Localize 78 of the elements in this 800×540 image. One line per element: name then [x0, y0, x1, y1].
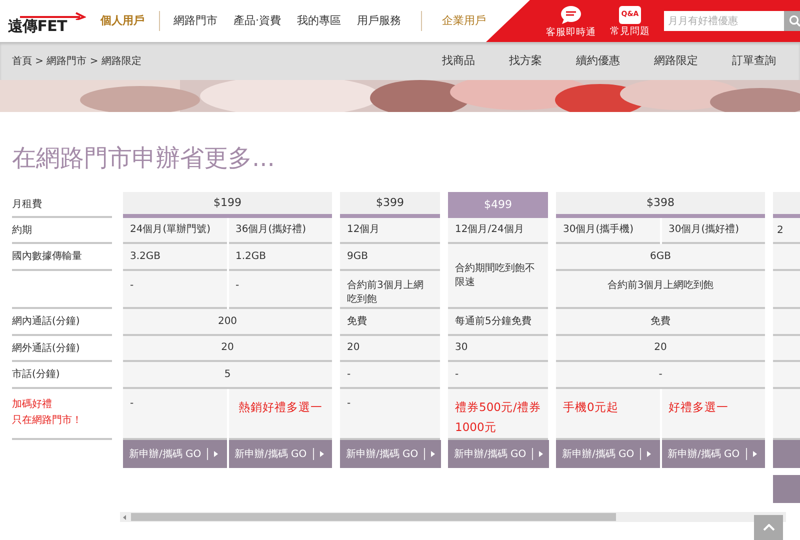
scroll-left-icon — [123, 514, 126, 520]
caret-right-icon — [320, 451, 324, 457]
row-label: 國內數據傳輸量 — [12, 250, 82, 264]
chat-button[interactable]: 客服即時通 — [546, 4, 596, 38]
search-field[interactable]: 月月有好禮優惠 — [664, 11, 784, 31]
table-cell: 30 — [455, 341, 468, 355]
subnav-link[interactable]: 找商品 — [442, 52, 475, 70]
table-cell: - — [130, 279, 134, 293]
row-label: 月租費 — [12, 198, 42, 212]
nav-link[interactable]: 個人用戶 — [100, 12, 144, 30]
nav-link[interactable]: 企業用戶 — [442, 12, 486, 30]
scrollbar-thumb[interactable] — [131, 513, 616, 521]
promo-label: 加碼好禮 — [12, 398, 53, 412]
table-cell: 免費 — [650, 314, 670, 328]
search-button[interactable] — [784, 11, 800, 31]
table-cell-text: 熱銷好禮多選一 — [238, 399, 322, 416]
arrow-icon — [20, 12, 86, 20]
logo[interactable]: 遠傳FET — [8, 6, 67, 36]
table-cell: 200 — [218, 314, 238, 328]
nav-link[interactable]: 網路門市 — [174, 12, 218, 30]
table-cell-text: 手機0元起 — [563, 399, 618, 416]
table-cell: 3.2GB — [130, 250, 161, 264]
table-cell: 30個月(攜手機) — [563, 223, 634, 237]
table-cell: 合約前3個月上網吃到飽 — [607, 279, 714, 293]
subnav-link[interactable]: 續約優惠 — [576, 52, 620, 70]
price-header: $199 — [123, 192, 332, 218]
row-label: 約期 — [12, 224, 32, 238]
table-cell-text: 禮券500元/禮券1000元 — [455, 399, 541, 436]
price-header: $399 — [340, 192, 440, 218]
table-cell: 12個月 — [347, 223, 380, 237]
table-cell: - — [347, 368, 351, 382]
table-cell: 30個月(攜好禮) — [668, 223, 740, 237]
subnav-link[interactable]: 網路限定 — [654, 52, 698, 70]
table-cell: - — [347, 397, 351, 411]
table-cell: - — [130, 397, 134, 411]
table-cell-text: 合約期間吃到飽不限速 — [455, 262, 536, 290]
row-label: 網內通話(分鐘) — [12, 314, 80, 329]
nav-link[interactable]: 用戶服務 — [357, 12, 401, 30]
nav-link[interactable]: 我的專區 — [297, 12, 341, 30]
table-cell: 20 — [221, 341, 234, 355]
horizontal-scrollbar[interactable] — [120, 512, 786, 522]
back-to-top-button[interactable] — [754, 515, 783, 540]
price-header: $499 — [448, 192, 548, 218]
price-header: $398 — [556, 192, 765, 218]
price-header — [773, 192, 800, 218]
table-cell: 9GB — [347, 250, 368, 264]
row-label: 網外通話(分鐘) — [12, 342, 80, 356]
page-heading: 在網路門市申辦省更多... — [12, 143, 276, 174]
chevron-up-icon — [762, 524, 774, 531]
table-cell-text: 合約前3個月上網吃到飽 — [347, 279, 424, 307]
table-cell: 20 — [347, 341, 360, 355]
table-cell: 6GB — [650, 250, 671, 264]
nav-link[interactable]: 產品‧資費 — [234, 12, 281, 30]
table-cell: 36個月(攜好禮) — [236, 223, 306, 237]
table-cell: - — [455, 368, 459, 382]
caret-right-icon — [539, 451, 544, 457]
table-cell: 5 — [224, 368, 231, 382]
chat-bubble-icon — [560, 4, 582, 24]
search-icon — [788, 15, 800, 27]
row-label: 市話(分鐘) — [12, 368, 60, 382]
table-cell: 免費 — [347, 314, 367, 328]
table-cell-text: 好禮多選一 — [668, 399, 728, 416]
subnav-link[interactable]: 訂單查詢 — [732, 52, 776, 70]
caret-right-icon — [752, 451, 757, 457]
table-cell: 12個月/24個月 — [455, 223, 524, 237]
caret-right-icon — [214, 451, 218, 457]
table-cell: 2 — [773, 218, 800, 244]
breadcrumb: 首頁 > 網路門市 > 網路限定 — [12, 54, 142, 68]
table-cell: 24個月(單辦門號) — [130, 223, 211, 237]
table-cell: - — [236, 279, 240, 293]
subnav-link[interactable]: 找方案 — [509, 52, 542, 70]
promo-label: 只在網路門市！ — [12, 414, 82, 428]
table-cell: 20 — [654, 341, 667, 355]
table-cell: - — [658, 368, 662, 382]
table-cell: 1.2GB — [236, 250, 266, 264]
caret-right-icon — [431, 451, 436, 457]
table-cell: 每通前5分鐘免費 — [455, 314, 532, 328]
caret-right-icon — [647, 451, 652, 457]
